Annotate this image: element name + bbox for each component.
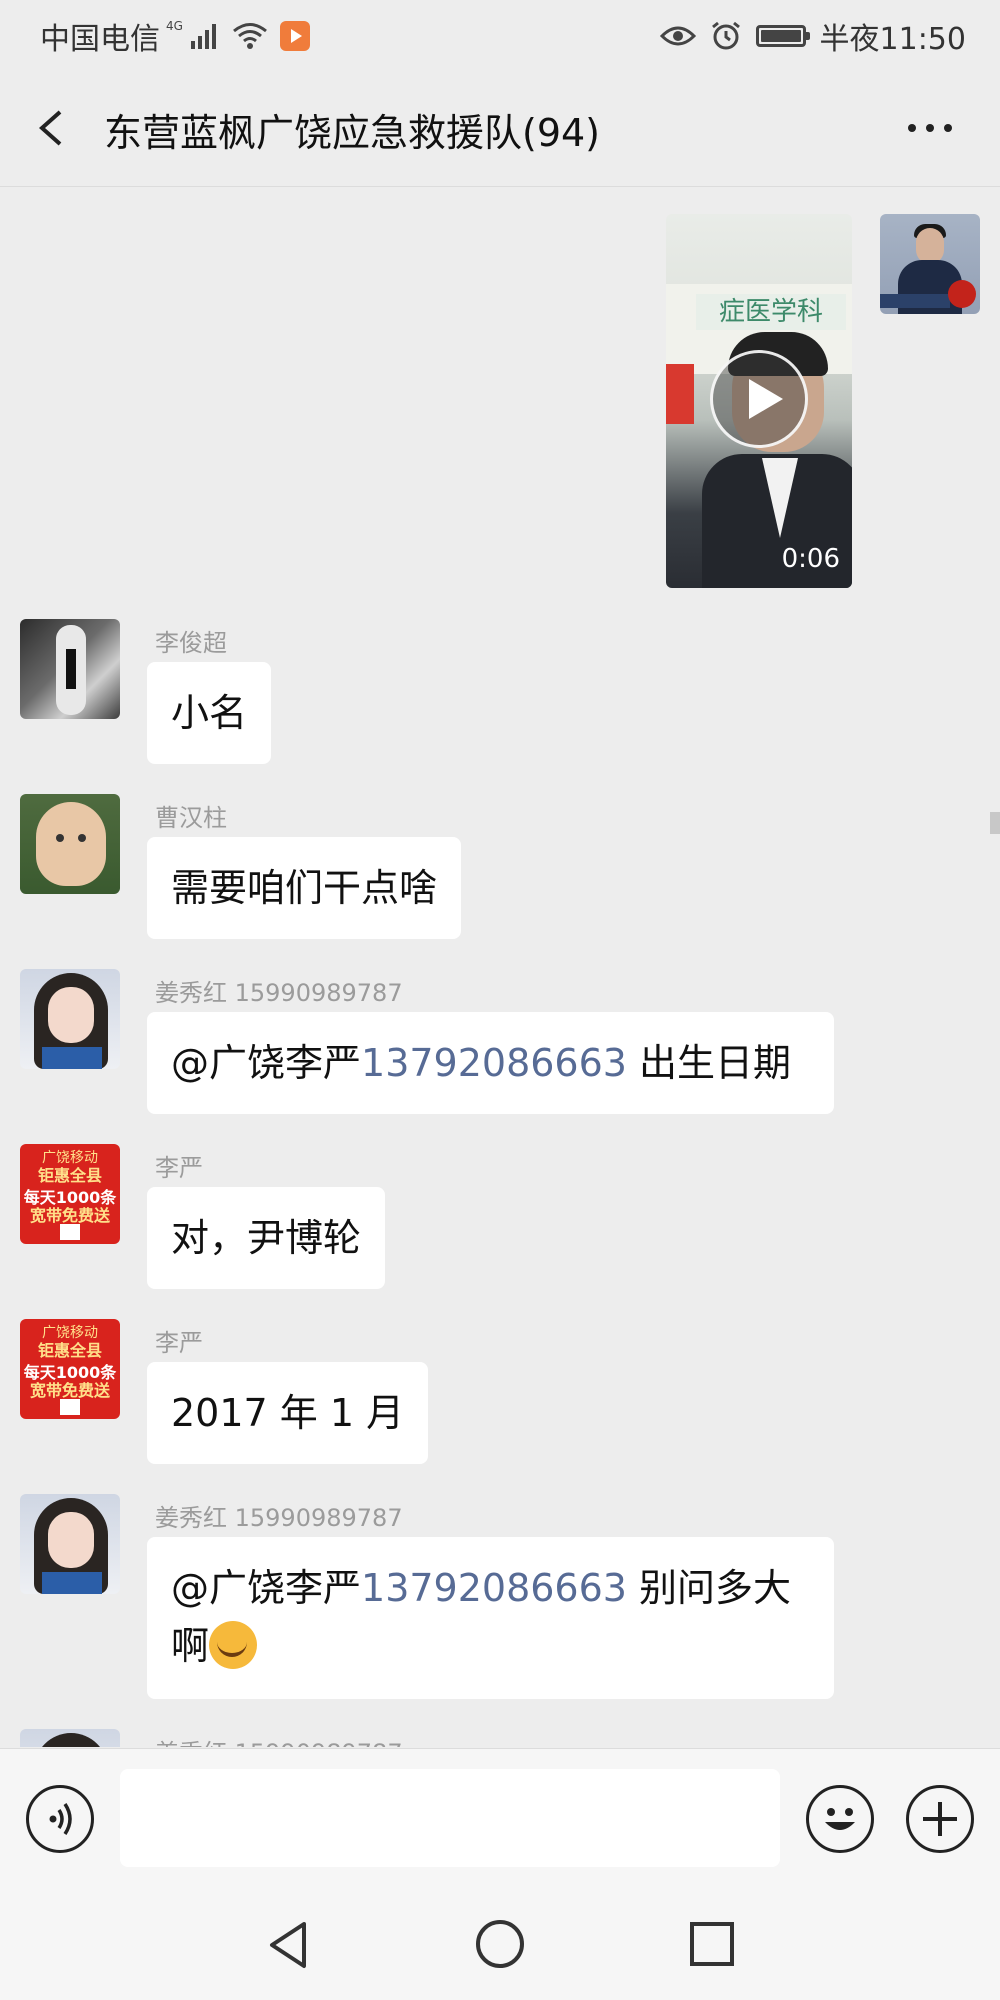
status-bar: 中国电信 4G 半夜11:50 <box>0 0 1000 70</box>
sender-name: 曹汉柱 <box>155 804 227 832</box>
nav-recent-apps-button[interactable] <box>690 1922 734 1966</box>
network-gen-label: 4G <box>166 19 183 33</box>
avatar[interactable]: 广饶移动 钜惠全县 每天1000条 宽带免费送 <box>20 1319 120 1419</box>
message-input[interactable] <box>120 1769 780 1867</box>
system-nav-bar <box>0 1890 1000 2000</box>
sender-name: 姜秀红 15990989787 <box>155 1733 403 1747</box>
phone-link[interactable]: 13792086663 <box>361 1041 627 1085</box>
mention-text: @广饶李严 <box>171 1566 362 1610</box>
app-notification-icon <box>279 21 310 51</box>
message-text: 2017 年 1 月 <box>171 1391 405 1435</box>
message-text: 别问多大 <box>626 1566 792 1610</box>
facepalm-emoji-icon <box>209 1620 258 1669</box>
avatar[interactable]: 广饶移动 钜惠全县 每天1000条 宽带免费送 <box>20 1144 120 1244</box>
message-text: 对，尹博轮 <box>171 1216 362 1260</box>
voice-icon <box>49 1803 72 1835</box>
carrier-label: 中国电信 <box>40 22 160 57</box>
avatar[interactable] <box>20 619 120 719</box>
chat-title: 东营蓝枫广饶应急救援队(94) <box>104 111 601 155</box>
message-text: 小名 <box>171 691 248 735</box>
dot-icon <box>908 124 916 132</box>
battery-icon <box>755 25 810 47</box>
emoji-button[interactable] <box>806 1785 874 1853</box>
mention-text: @广饶李严 <box>171 1041 362 1085</box>
message-text: 啊 <box>171 1624 210 1668</box>
video-duration: 0:06 <box>781 544 840 574</box>
triangle-back-icon <box>270 1922 306 1968</box>
wifi-icon <box>232 23 267 49</box>
sender-name: 姜秀红 15990989787 <box>155 1504 403 1532</box>
video-message[interactable]: 症医学科 0:06 <box>666 214 852 588</box>
message-bubble[interactable]: @广饶李严13792086663 别问多大 啊 <box>147 1537 834 1699</box>
message-bubble[interactable]: 小名 <box>147 662 272 764</box>
message-text: 出生日期 <box>626 1041 792 1085</box>
scrollbar-thumb[interactable] <box>990 812 1000 834</box>
nav-back-button[interactable] <box>264 1920 314 1970</box>
avatar[interactable] <box>20 969 120 1069</box>
more-options-button[interactable] <box>890 100 970 156</box>
status-left: 中国电信 4G <box>40 14 310 58</box>
dot-icon <box>926 124 934 132</box>
sender-name: 李严 <box>155 1154 203 1182</box>
message-bubble[interactable]: 2017 年 1 月 <box>147 1362 429 1464</box>
chat-header: 东营蓝枫广饶应急救援队(94) <box>0 70 1000 187</box>
phone-link[interactable]: 13792086663 <box>361 1566 627 1610</box>
voice-input-button[interactable] <box>26 1785 94 1853</box>
video-frame-sign: 症医学科 <box>696 294 846 330</box>
message-bubble[interactable]: @广饶李严13792086663 出生日期 <box>147 1012 834 1114</box>
message-line: 啊 <box>171 1617 810 1675</box>
eye-icon <box>659 26 696 46</box>
chevron-left-icon <box>38 110 62 146</box>
sender-name: 李严 <box>155 1329 203 1357</box>
status-right: 半夜11:50 <box>659 14 966 58</box>
play-icon[interactable] <box>710 350 808 448</box>
avatar[interactable] <box>20 1729 120 1747</box>
more-actions-button[interactable] <box>906 1785 974 1853</box>
message-bubble[interactable]: 需要咱们干点啥 <box>147 837 462 939</box>
message-bubble[interactable]: 对，尹博轮 <box>147 1187 386 1289</box>
avatar[interactable] <box>20 794 120 894</box>
sender-name: 李俊超 <box>155 629 227 657</box>
alarm-icon <box>711 21 740 50</box>
message-line: @广饶李严13792086663 别问多大 <box>171 1559 810 1617</box>
avatar[interactable] <box>20 1494 120 1594</box>
signal-icon <box>190 23 216 49</box>
nav-home-button[interactable] <box>476 1920 524 1968</box>
dot-icon <box>944 124 952 132</box>
video-frame-redbox <box>666 364 694 424</box>
clock-label: 半夜11:50 <box>819 22 966 57</box>
avatar[interactable] <box>880 214 980 314</box>
sender-name: 姜秀红 15990989787 <box>155 979 403 1007</box>
smiley-icon <box>825 1808 855 1830</box>
input-bar <box>0 1748 1000 1891</box>
message-text: 需要咱们干点啥 <box>171 866 438 910</box>
back-button[interactable] <box>30 100 80 156</box>
message-list[interactable]: 症医学科 0:06 李俊超 小名 曹汉柱 需要咱们干点啥 姜秀红 1599098… <box>0 187 1000 1747</box>
